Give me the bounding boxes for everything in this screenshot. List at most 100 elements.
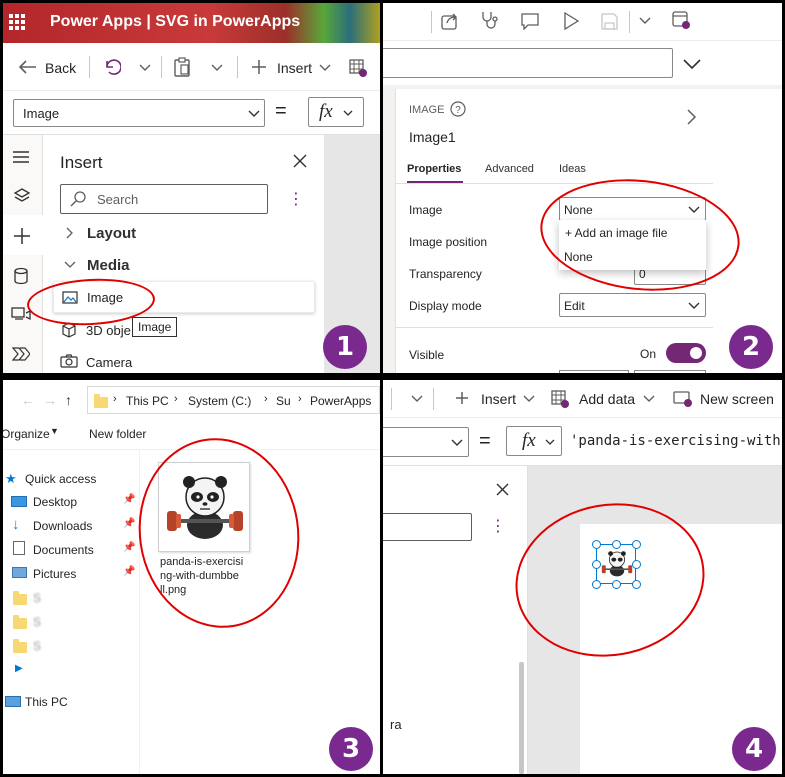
resize-handle[interactable] <box>592 580 601 589</box>
chevron-right-icon[interactable] <box>66 227 74 239</box>
plus-icon[interactable] <box>455 391 469 405</box>
layers-icon[interactable] <box>13 187 31 205</box>
paste-icon[interactable] <box>173 57 191 77</box>
search-input[interactable]: Search <box>60 184 268 214</box>
power-automate-icon[interactable] <box>12 347 30 361</box>
nav-desktop[interactable]: Desktop <box>33 495 77 509</box>
breadcrumb-this-pc[interactable]: This PC <box>126 394 169 408</box>
more-options-icon[interactable]: ⋮ <box>288 189 304 209</box>
help-icon[interactable]: ? <box>450 101 466 117</box>
tab-properties[interactable]: Properties <box>407 163 461 175</box>
group-layout[interactable]: Layout <box>87 225 136 242</box>
resize-handle[interactable] <box>632 580 641 589</box>
save-icon[interactable] <box>601 13 618 30</box>
undo-icon[interactable] <box>103 58 121 76</box>
nav-this-pc[interactable]: This PC <box>25 695 68 709</box>
property-dropdown[interactable]: Image <box>13 99 265 127</box>
group-media[interactable]: Media <box>87 257 130 274</box>
insert-item-3d-object[interactable]: 3D obje <box>86 323 131 338</box>
nav-folder[interactable]: S <box>33 639 41 653</box>
breadcrumb-powerapps[interactable]: PowerApps <box>310 394 371 408</box>
new-folder-button[interactable]: New folder <box>89 427 146 441</box>
chevron-down-icon[interactable] <box>139 64 151 72</box>
resize-handle[interactable] <box>592 560 601 569</box>
breadcrumb-su[interactable]: Su <box>276 394 291 408</box>
insert-item-camera[interactable]: Camera <box>86 355 132 370</box>
up-arrow-icon[interactable]: ↑ <box>65 392 72 408</box>
share-icon[interactable] <box>441 12 459 30</box>
back-button[interactable]: Back <box>45 60 76 76</box>
fx-button[interactable]: fx <box>308 97 364 127</box>
insert-button[interactable]: Insert <box>277 60 312 76</box>
add-data-table-icon[interactable] <box>551 390 569 408</box>
tab-advanced[interactable]: Advanced <box>485 163 534 175</box>
resize-handle[interactable] <box>592 540 601 549</box>
visible-toggle[interactable] <box>666 343 706 363</box>
resize-handle[interactable] <box>612 540 621 549</box>
stethoscope-icon[interactable] <box>480 11 498 31</box>
image-label: Image <box>409 203 443 217</box>
fx-button[interactable]: fx <box>506 426 562 456</box>
insert-button[interactable]: Insert <box>481 391 516 407</box>
property-dropdown[interactable] <box>383 427 469 457</box>
play-icon[interactable] <box>563 12 579 30</box>
back-arrow-icon[interactable] <box>19 60 37 74</box>
comment-icon[interactable] <box>521 12 539 30</box>
chevron-down-icon[interactable] <box>411 395 423 403</box>
nav-pictures[interactable]: Pictures <box>33 567 76 581</box>
chevron-down-icon[interactable] <box>211 64 223 72</box>
plus-icon[interactable] <box>251 59 267 75</box>
database-icon[interactable] <box>14 267 28 285</box>
nav-documents[interactable]: Documents <box>33 543 94 557</box>
visible-state: On <box>640 347 657 361</box>
image-dropdown[interactable]: None <box>559 197 706 221</box>
close-icon[interactable] <box>293 154 307 168</box>
resize-handle[interactable] <box>632 540 641 549</box>
add-data-table-icon[interactable] <box>349 59 367 77</box>
hamburger-icon[interactable] <box>12 150 30 164</box>
control-name[interactable]: Image1 <box>409 129 456 145</box>
forward-arrow-icon[interactable]: → <box>43 392 57 408</box>
top-toolbar <box>383 3 782 41</box>
none-option[interactable]: None <box>564 250 593 264</box>
file-thumbnail[interactable] <box>158 462 250 552</box>
chevron-down-icon[interactable] <box>643 395 655 403</box>
chevron-down-icon[interactable] <box>64 261 76 269</box>
display-mode-dropdown[interactable]: Edit <box>559 293 706 317</box>
nav-quick-access[interactable]: Quick access <box>25 472 96 486</box>
resize-handle[interactable] <box>632 560 641 569</box>
formula-input[interactable] <box>383 48 673 78</box>
new-screen-icon[interactable] <box>673 390 693 408</box>
add-image-file-option[interactable]: + Add an image file <box>565 226 667 240</box>
plus-icon[interactable] <box>13 227 31 245</box>
media-icon[interactable] <box>11 307 31 323</box>
chevron-right-icon[interactable] <box>687 109 697 125</box>
chevron-down-icon[interactable] <box>319 64 331 72</box>
scrollbar[interactable] <box>519 662 524 774</box>
image-control[interactable] <box>592 540 641 589</box>
new-screen-button[interactable]: New screen <box>700 391 774 407</box>
breadcrumb-system-c[interactable]: System (C:) <box>188 394 251 408</box>
chevron-down-icon[interactable] <box>523 395 535 403</box>
search-input[interactable] <box>383 513 472 541</box>
tab-ideas[interactable]: Ideas <box>559 163 586 175</box>
waffle-icon[interactable] <box>9 14 25 30</box>
resize-handle[interactable] <box>612 580 621 589</box>
back-arrow-icon[interactable]: ← <box>21 392 35 408</box>
chevron-down-icon[interactable] <box>639 17 651 25</box>
more-options-icon[interactable]: ⋮ <box>490 516 506 536</box>
chevron-down-icon[interactable] <box>683 59 701 69</box>
add-data-button[interactable]: Add data <box>579 391 635 407</box>
insert-item-image[interactable]: Image <box>53 281 315 313</box>
nav-folder[interactable]: S <box>33 615 41 629</box>
chevron-down-icon <box>545 439 555 445</box>
nav-downloads[interactable]: Downloads <box>33 519 92 533</box>
organize-button[interactable]: Organize <box>3 427 50 441</box>
image-position-label: Image position <box>409 235 488 249</box>
close-icon[interactable] <box>496 483 509 496</box>
app-checker-icon[interactable] <box>672 11 690 30</box>
nav-folder[interactable]: S <box>33 591 41 605</box>
desktop-icon <box>11 496 27 507</box>
formula-input[interactable]: 'panda-is-exercising-with- <box>570 433 782 449</box>
breadcrumb[interactable]: › This PC › System (C:) › Su › PowerApps <box>87 386 380 414</box>
